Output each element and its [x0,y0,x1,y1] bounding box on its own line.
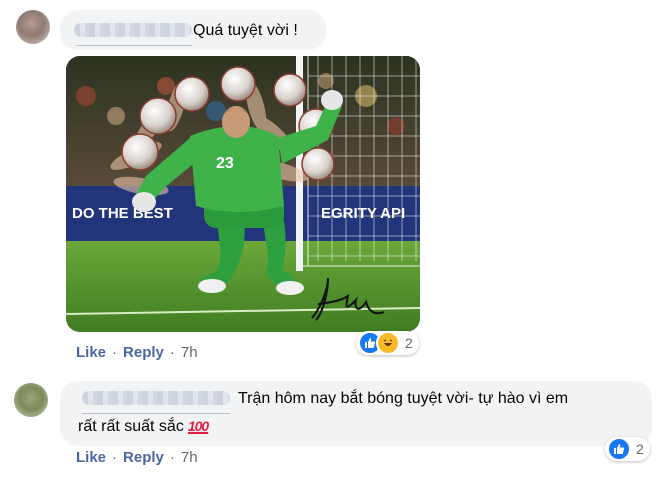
like-reaction-icon [607,437,631,461]
reactions-summary[interactable]: 2 [356,331,419,355]
reaction-count: 2 [405,335,413,351]
comment-bubble: Trận hôm nay bắt bóng tuyệt vời- tự hào … [60,381,652,446]
reactions-summary[interactable]: 2 [605,437,650,461]
comment-text-line-1: Trận hôm nay bắt bóng tuyệt vời- tự hào … [238,390,569,407]
timestamp[interactable]: 7h [181,344,198,361]
commenter-name-blurred[interactable] [74,23,192,37]
reply-link[interactable]: Reply [123,449,164,466]
like-link[interactable]: Like [76,344,106,361]
like-link[interactable]: Like [76,449,106,466]
comment-text: Quá tuyệt vời ! [193,22,298,39]
commenter-name-blurred[interactable] [82,391,230,405]
jersey-number: 23 [216,155,234,172]
comment-photo[interactable]: DO THE BEST EGRITY API 23 [66,56,420,332]
banner-right-text: EGRITY API [321,205,405,222]
separator: · [169,449,175,466]
comment-actions: Like · Reply · 7h [76,344,198,361]
comment-bubble: Quá tuyệt vời ! [60,10,326,50]
separator: · [169,344,175,361]
reply-link[interactable]: Reply [123,344,164,361]
banner-left-text: DO THE BEST [72,205,173,222]
comment-actions: Like · Reply · 7h [76,449,198,466]
commenter-avatar[interactable] [14,383,48,417]
hundred-points-icon: 100 [187,418,209,434]
haha-reaction-icon [376,331,400,355]
reaction-count: 2 [636,441,644,457]
commenter-avatar[interactable] [16,10,50,44]
comment-text: rất rất suất sắc [78,418,184,435]
timestamp[interactable]: 7h [181,449,198,466]
separator: · [112,344,118,361]
comment-text-line-2: rất rất suất sắc 100 [78,414,209,439]
separator: · [112,449,118,466]
name-underline [76,45,192,46]
goalkeeper-photo: DO THE BEST EGRITY API 23 [66,56,420,332]
